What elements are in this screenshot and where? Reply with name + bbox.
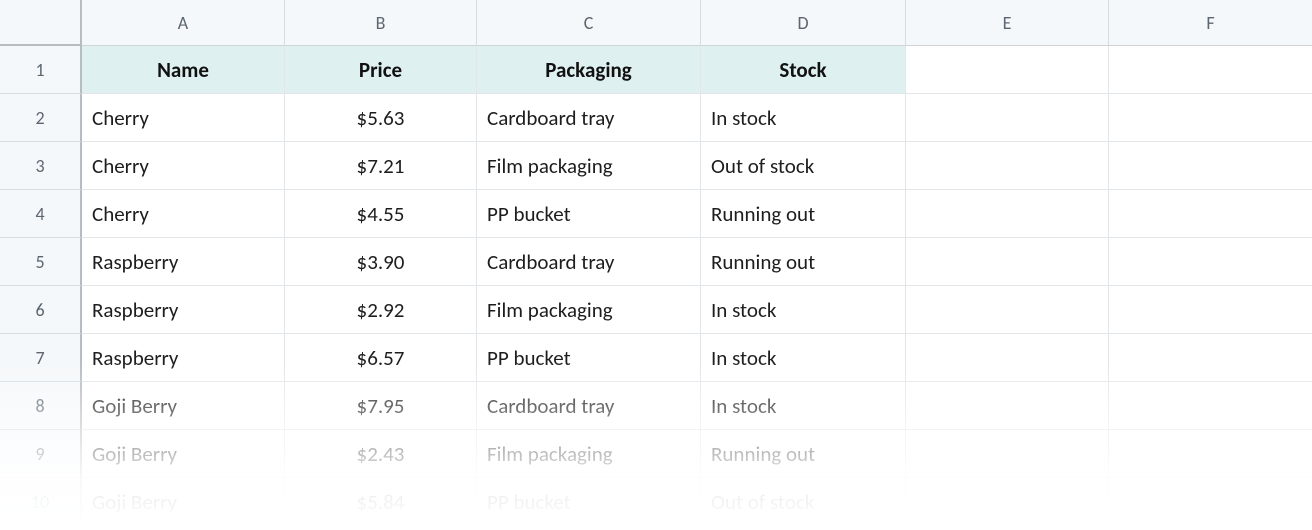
cell-C10[interactable]: PP bucket bbox=[477, 478, 701, 526]
cell-D2[interactable]: In stock bbox=[701, 94, 906, 142]
cell-D1[interactable]: Stock bbox=[701, 46, 906, 94]
cell-B2[interactable]: $5.63 bbox=[285, 94, 477, 142]
row-header-2[interactable]: 2 bbox=[0, 94, 82, 142]
row-header-10[interactable]: 10 bbox=[0, 478, 82, 526]
cell-C1[interactable]: Packaging bbox=[477, 46, 701, 94]
cell-E5[interactable] bbox=[906, 238, 1109, 286]
cell-B1[interactable]: Price bbox=[285, 46, 477, 94]
column-header-D[interactable]: D bbox=[701, 0, 906, 46]
cell-A3[interactable]: Cherry bbox=[82, 142, 285, 190]
column-header-F[interactable]: F bbox=[1109, 0, 1312, 46]
cell-D10[interactable]: Out of stock bbox=[701, 478, 906, 526]
row-header-6[interactable]: 6 bbox=[0, 286, 82, 334]
cell-E7[interactable] bbox=[906, 334, 1109, 382]
row-header-4[interactable]: 4 bbox=[0, 190, 82, 238]
cell-D4[interactable]: Running out bbox=[701, 190, 906, 238]
cell-F1[interactable] bbox=[1109, 46, 1312, 94]
cell-B3[interactable]: $7.21 bbox=[285, 142, 477, 190]
cell-C2[interactable]: Cardboard tray bbox=[477, 94, 701, 142]
cell-E6[interactable] bbox=[906, 286, 1109, 334]
row-header-7[interactable]: 7 bbox=[0, 334, 82, 382]
cell-A9[interactable]: Goji Berry bbox=[82, 430, 285, 478]
cell-B9[interactable]: $2.43 bbox=[285, 430, 477, 478]
cell-A6[interactable]: Raspberry bbox=[82, 286, 285, 334]
cell-A1[interactable]: Name bbox=[82, 46, 285, 94]
cell-D5[interactable]: Running out bbox=[701, 238, 906, 286]
cell-D6[interactable]: In stock bbox=[701, 286, 906, 334]
cell-C7[interactable]: PP bucket bbox=[477, 334, 701, 382]
cell-E3[interactable] bbox=[906, 142, 1109, 190]
row-header-8[interactable]: 8 bbox=[0, 382, 82, 430]
row-header-5[interactable]: 5 bbox=[0, 238, 82, 286]
row-header-9[interactable]: 9 bbox=[0, 430, 82, 478]
column-header-A[interactable]: A bbox=[82, 0, 285, 46]
cell-B7[interactable]: $6.57 bbox=[285, 334, 477, 382]
cell-F2[interactable] bbox=[1109, 94, 1312, 142]
cell-C8[interactable]: Cardboard tray bbox=[477, 382, 701, 430]
row-header-3[interactable]: 3 bbox=[0, 142, 82, 190]
column-header-B[interactable]: B bbox=[285, 0, 477, 46]
column-header-E[interactable]: E bbox=[906, 0, 1109, 46]
column-header-C[interactable]: C bbox=[477, 0, 701, 46]
cell-A2[interactable]: Cherry bbox=[82, 94, 285, 142]
cell-F10[interactable] bbox=[1109, 478, 1312, 526]
cell-B5[interactable]: $3.90 bbox=[285, 238, 477, 286]
cell-E8[interactable] bbox=[906, 382, 1109, 430]
cell-B10[interactable]: $5.84 bbox=[285, 478, 477, 526]
cell-C4[interactable]: PP bucket bbox=[477, 190, 701, 238]
cell-E9[interactable] bbox=[906, 430, 1109, 478]
cell-C3[interactable]: Film packaging bbox=[477, 142, 701, 190]
row-header-1[interactable]: 1 bbox=[0, 46, 82, 94]
cell-D7[interactable]: In stock bbox=[701, 334, 906, 382]
cell-A8[interactable]: Goji Berry bbox=[82, 382, 285, 430]
cell-F7[interactable] bbox=[1109, 334, 1312, 382]
cell-C5[interactable]: Cardboard tray bbox=[477, 238, 701, 286]
cell-A5[interactable]: Raspberry bbox=[82, 238, 285, 286]
cell-D8[interactable]: In stock bbox=[701, 382, 906, 430]
cell-A7[interactable]: Raspberry bbox=[82, 334, 285, 382]
cell-E10[interactable] bbox=[906, 478, 1109, 526]
cell-F3[interactable] bbox=[1109, 142, 1312, 190]
cell-E2[interactable] bbox=[906, 94, 1109, 142]
cell-A10[interactable]: Goji Berry bbox=[82, 478, 285, 526]
cell-E1[interactable] bbox=[906, 46, 1109, 94]
spreadsheet-grid: A B C D E F 1 Name Price Packaging Stock… bbox=[0, 0, 1312, 526]
cell-F8[interactable] bbox=[1109, 382, 1312, 430]
cell-B4[interactable]: $4.55 bbox=[285, 190, 477, 238]
cell-D3[interactable]: Out of stock bbox=[701, 142, 906, 190]
select-all-corner[interactable] bbox=[0, 0, 82, 46]
cell-B6[interactable]: $2.92 bbox=[285, 286, 477, 334]
cell-C6[interactable]: Film packaging bbox=[477, 286, 701, 334]
cell-F4[interactable] bbox=[1109, 190, 1312, 238]
cell-C9[interactable]: Film packaging bbox=[477, 430, 701, 478]
cell-F9[interactable] bbox=[1109, 430, 1312, 478]
cell-D9[interactable]: Running out bbox=[701, 430, 906, 478]
cell-F5[interactable] bbox=[1109, 238, 1312, 286]
cell-A4[interactable]: Cherry bbox=[82, 190, 285, 238]
cell-F6[interactable] bbox=[1109, 286, 1312, 334]
cell-E4[interactable] bbox=[906, 190, 1109, 238]
cell-B8[interactable]: $7.95 bbox=[285, 382, 477, 430]
